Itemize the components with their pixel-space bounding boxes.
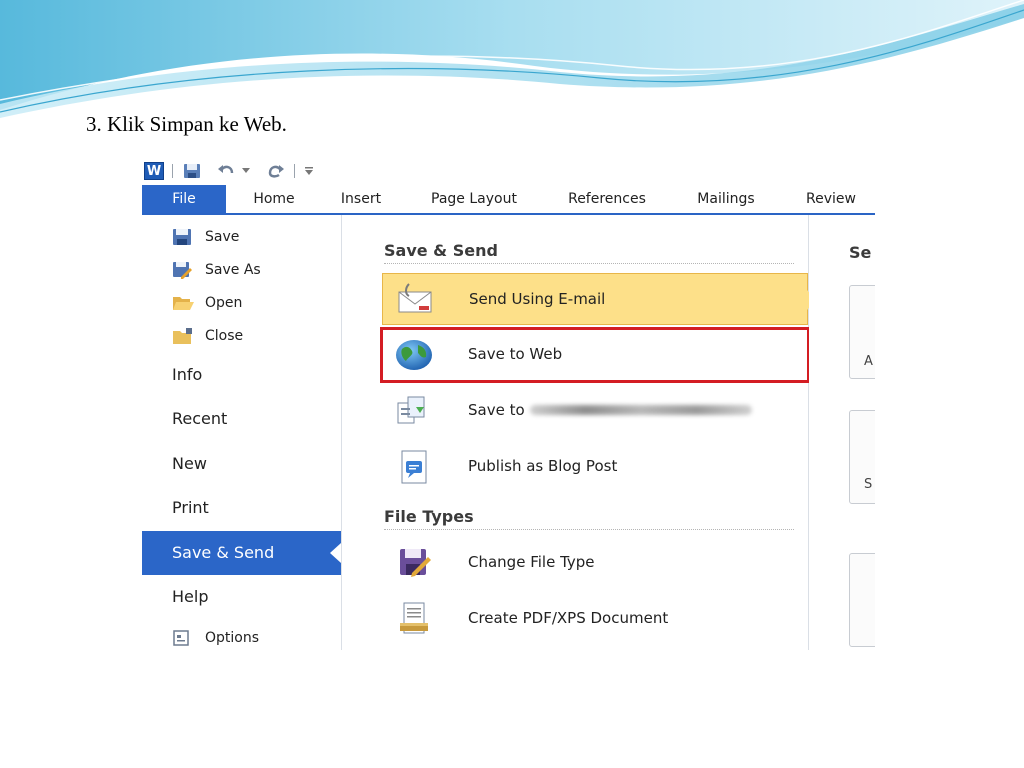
nav-save-label: Save — [205, 229, 240, 245]
nav-save-send-label: Save & Send — [172, 543, 275, 562]
tab-file[interactable]: File — [142, 185, 226, 213]
dropdown-arrow-icon[interactable] — [240, 162, 252, 180]
nav-print-label: Print — [172, 498, 209, 517]
tab-references[interactable]: References — [552, 185, 662, 213]
tab-review[interactable]: Review — [790, 185, 872, 213]
save-to-sharepoint-label: Save to — [468, 401, 525, 419]
options-icon — [172, 629, 192, 647]
close-folder-icon — [172, 327, 192, 345]
open-folder-icon — [172, 294, 194, 312]
ribbon-tabs: File Home Insert Page Layout References … — [142, 185, 875, 215]
nav-print[interactable]: Print — [142, 486, 341, 530]
nav-save-send[interactable]: Save & Send — [142, 531, 341, 575]
nav-options[interactable]: Options — [142, 624, 341, 650]
tab-insert[interactable]: Insert — [326, 185, 396, 213]
publish-blog-post-label: Publish as Blog Post — [468, 457, 618, 475]
blurred-text — [530, 405, 752, 415]
nav-save[interactable]: Save — [142, 223, 341, 251]
right-detail-panel: Se A S — [809, 215, 875, 650]
nav-save-as-label: Save As — [205, 262, 261, 278]
nav-open[interactable]: Open — [142, 289, 341, 317]
nav-help-label: Help — [172, 587, 209, 606]
pdf-document-icon — [394, 601, 434, 637]
save-as-icon — [172, 261, 192, 279]
create-pdf-xps-option[interactable]: Create PDF/XPS Document — [382, 593, 808, 645]
tab-home[interactable]: Home — [238, 185, 310, 213]
nav-open-label: Open — [205, 295, 243, 311]
nav-info[interactable]: Info — [142, 353, 341, 397]
step-instruction: 3. Klik Simpan ke Web. — [86, 112, 287, 136]
nav-recent-label: Recent — [172, 409, 228, 428]
save-icon — [172, 228, 192, 246]
sharepoint-documents-icon — [394, 393, 434, 429]
toolbar-separator — [294, 164, 295, 178]
send-using-email-option[interactable]: Send Using E-mail — [382, 273, 816, 325]
change-file-type-label: Change File Type — [468, 553, 595, 571]
nav-recent[interactable]: Recent — [142, 397, 341, 441]
word-logo-icon[interactable]: W — [144, 162, 164, 180]
file-types-heading: File Types — [384, 507, 474, 526]
heading-divider — [384, 529, 794, 530]
heading-divider — [384, 263, 794, 264]
backstage-view: Save Save As Open Close Info Recent New … — [142, 215, 875, 650]
save-to-web-option[interactable]: Save to Web — [382, 329, 808, 381]
change-file-type-option[interactable]: Change File Type — [382, 537, 808, 589]
nav-close-label: Close — [205, 328, 244, 344]
nav-options-label: Options — [205, 630, 260, 646]
create-pdf-xps-label: Create PDF/XPS Document — [468, 609, 669, 627]
save-to-sharepoint-option[interactable]: Save to — [382, 385, 808, 437]
card-letter: A — [864, 354, 873, 369]
right-panel-heading: Se — [849, 243, 872, 262]
nav-close[interactable]: Close — [142, 322, 341, 350]
right-panel-card[interactable] — [849, 553, 875, 647]
customize-toolbar-icon[interactable] — [302, 162, 316, 180]
right-panel-card[interactable]: A — [849, 285, 875, 379]
word-backstage-screenshot: W File Home Insert Page Layout Reference… — [142, 158, 875, 650]
quick-access-toolbar: W — [142, 158, 875, 185]
save-icon[interactable] — [182, 162, 202, 180]
backstage-nav: Save Save As Open Close Info Recent New … — [142, 215, 342, 650]
save-send-panel: Save & Send Send Using E-mail Save to We… — [342, 215, 816, 650]
undo-icon[interactable] — [216, 162, 236, 180]
right-panel-card[interactable]: S — [849, 410, 875, 504]
toolbar-separator — [172, 164, 173, 178]
nav-new-label: New — [172, 454, 207, 473]
save-to-web-label: Save to Web — [468, 345, 563, 363]
nav-help[interactable]: Help — [142, 575, 341, 619]
change-file-type-icon — [394, 545, 434, 581]
blog-post-icon — [394, 449, 434, 485]
selection-notch — [330, 543, 341, 563]
globe-icon — [394, 337, 434, 373]
tab-mailings[interactable]: Mailings — [682, 185, 770, 213]
card-letter: S — [864, 477, 873, 492]
nav-new[interactable]: New — [142, 442, 341, 486]
redo-icon[interactable] — [266, 162, 286, 180]
tab-page-layout[interactable]: Page Layout — [416, 185, 532, 213]
send-using-email-label: Send Using E-mail — [469, 290, 606, 308]
save-send-heading: Save & Send — [384, 241, 498, 260]
publish-blog-post-option[interactable]: Publish as Blog Post — [382, 441, 808, 493]
nav-save-as[interactable]: Save As — [142, 256, 341, 284]
nav-info-label: Info — [172, 365, 203, 384]
email-envelope-icon — [395, 282, 435, 318]
